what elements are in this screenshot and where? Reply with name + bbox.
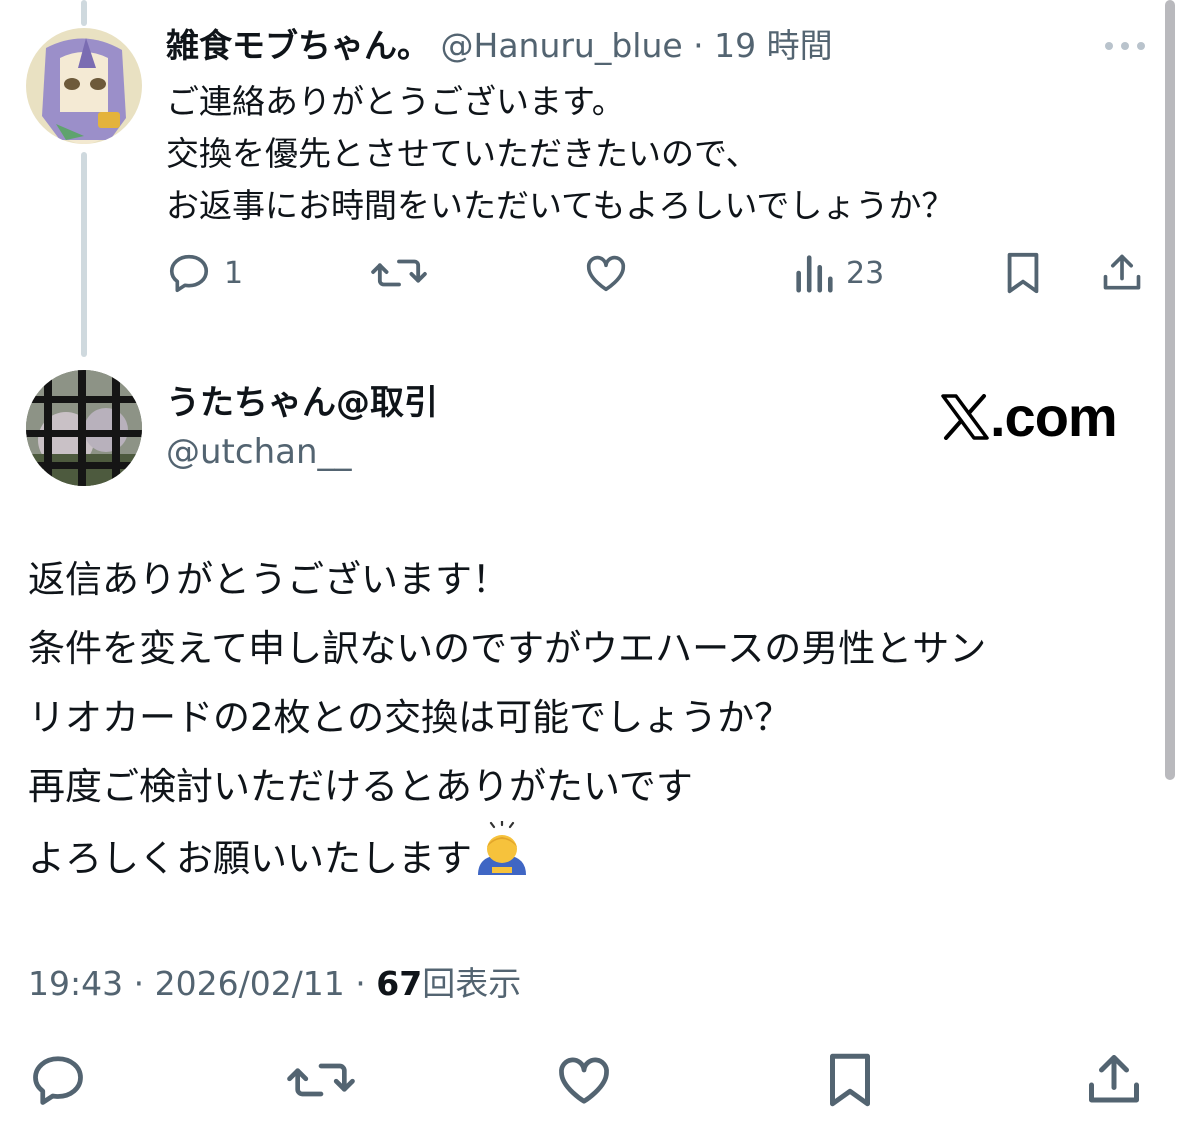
view-count: 23 xyxy=(846,255,885,291)
like-button[interactable] xyxy=(582,250,630,296)
avatar-reply-author[interactable] xyxy=(26,28,142,144)
bar-chart-icon xyxy=(796,255,833,293)
bookmark-icon xyxy=(1007,252,1039,294)
retweet-icon xyxy=(287,1063,355,1097)
main-share-button[interactable] xyxy=(1084,1050,1144,1110)
thread-connector xyxy=(81,152,87,357)
share-icon xyxy=(1103,254,1141,290)
reply-header: 雑食モブちゃん。 @Hanuru_blue · 19 時間 xyxy=(166,22,833,70)
x-com-logo: .com xyxy=(940,384,1118,449)
main-line: 返信ありがとうございます！ xyxy=(28,558,509,601)
thread-connector-top xyxy=(81,0,87,26)
share-button[interactable] xyxy=(1100,250,1144,296)
avatar-main-author[interactable] xyxy=(26,370,142,486)
reply-icon xyxy=(169,254,209,293)
tweet-date[interactable]: 2026/02/11 xyxy=(155,964,345,1003)
reply-body: ご連絡ありがとうございます。 交換を優先とさせていただきたいので、 お返事にお時… xyxy=(166,76,954,232)
main-line: 再度ご検討いただけるとありがたいです xyxy=(28,765,693,808)
reply-count: 1 xyxy=(224,255,244,291)
main-like-button[interactable] xyxy=(553,1050,615,1110)
share-icon xyxy=(1089,1055,1139,1103)
tweet-detail-page: 雑食モブちゃん。 @Hanuru_blue · 19 時間 ご連絡ありがとうござ… xyxy=(0,0,1179,1137)
main-display-name[interactable]: うたちゃん@取引 xyxy=(166,379,438,427)
heart-icon xyxy=(586,255,626,292)
views-label: 回表示 xyxy=(422,964,522,1003)
reply-line: 交換を優先とさせていただきたいので、 xyxy=(166,134,759,173)
main-bookmark-button[interactable] xyxy=(825,1050,875,1110)
main-body: 返信ありがとうございます！ 条件を変えて申し訳ないのですがウエハースの男性とサン… xyxy=(28,545,986,899)
views-button[interactable]: 23 xyxy=(794,250,884,296)
views-count: 67 xyxy=(376,964,423,1003)
main-line: 条件を変えて申し訳ないのですがウエハースの男性とサン xyxy=(28,627,987,670)
retweet-button[interactable] xyxy=(370,250,428,296)
reply-display-name[interactable]: 雑食モブちゃん。 xyxy=(166,26,430,65)
x-logo-icon xyxy=(941,393,989,440)
reply-icon xyxy=(33,1056,83,1105)
more-icon[interactable] xyxy=(1104,38,1146,58)
reply-line: お返事にお時間をいただいてもよろしいでしょうか？ xyxy=(166,186,955,225)
reply-line: ご連絡ありがとうございます。 xyxy=(166,82,625,121)
bookmark-icon xyxy=(830,1053,870,1107)
retweet-icon xyxy=(371,259,427,287)
tweet-time[interactable]: 19:43 xyxy=(28,964,123,1003)
tweet-timestamp: 19:43 · 2026/02/11 · 67回表示 xyxy=(28,964,522,1003)
bookmark-button[interactable] xyxy=(1003,250,1043,296)
main-reply-button[interactable] xyxy=(28,1050,88,1110)
main-line-last: よろしくお願いいたします xyxy=(28,819,986,899)
reply-time[interactable]: 19 時間 xyxy=(714,26,832,65)
reply-handle[interactable]: @Hanuru_blue xyxy=(441,26,683,65)
main-line: よろしくお願いいたします xyxy=(28,837,472,880)
reply-button[interactable]: 1 xyxy=(166,250,243,296)
main-line: リオカードの2枚との交換は可能でしょうか？ xyxy=(28,696,792,739)
person-bowing-icon xyxy=(474,819,530,899)
main-retweet-button[interactable] xyxy=(286,1050,356,1110)
scrollbar[interactable] xyxy=(1165,0,1175,780)
heart-icon xyxy=(559,1057,609,1104)
main-handle[interactable]: @utchan__ xyxy=(166,428,352,476)
reply-separator: · xyxy=(682,26,715,65)
brand-text: .com xyxy=(990,385,1118,448)
